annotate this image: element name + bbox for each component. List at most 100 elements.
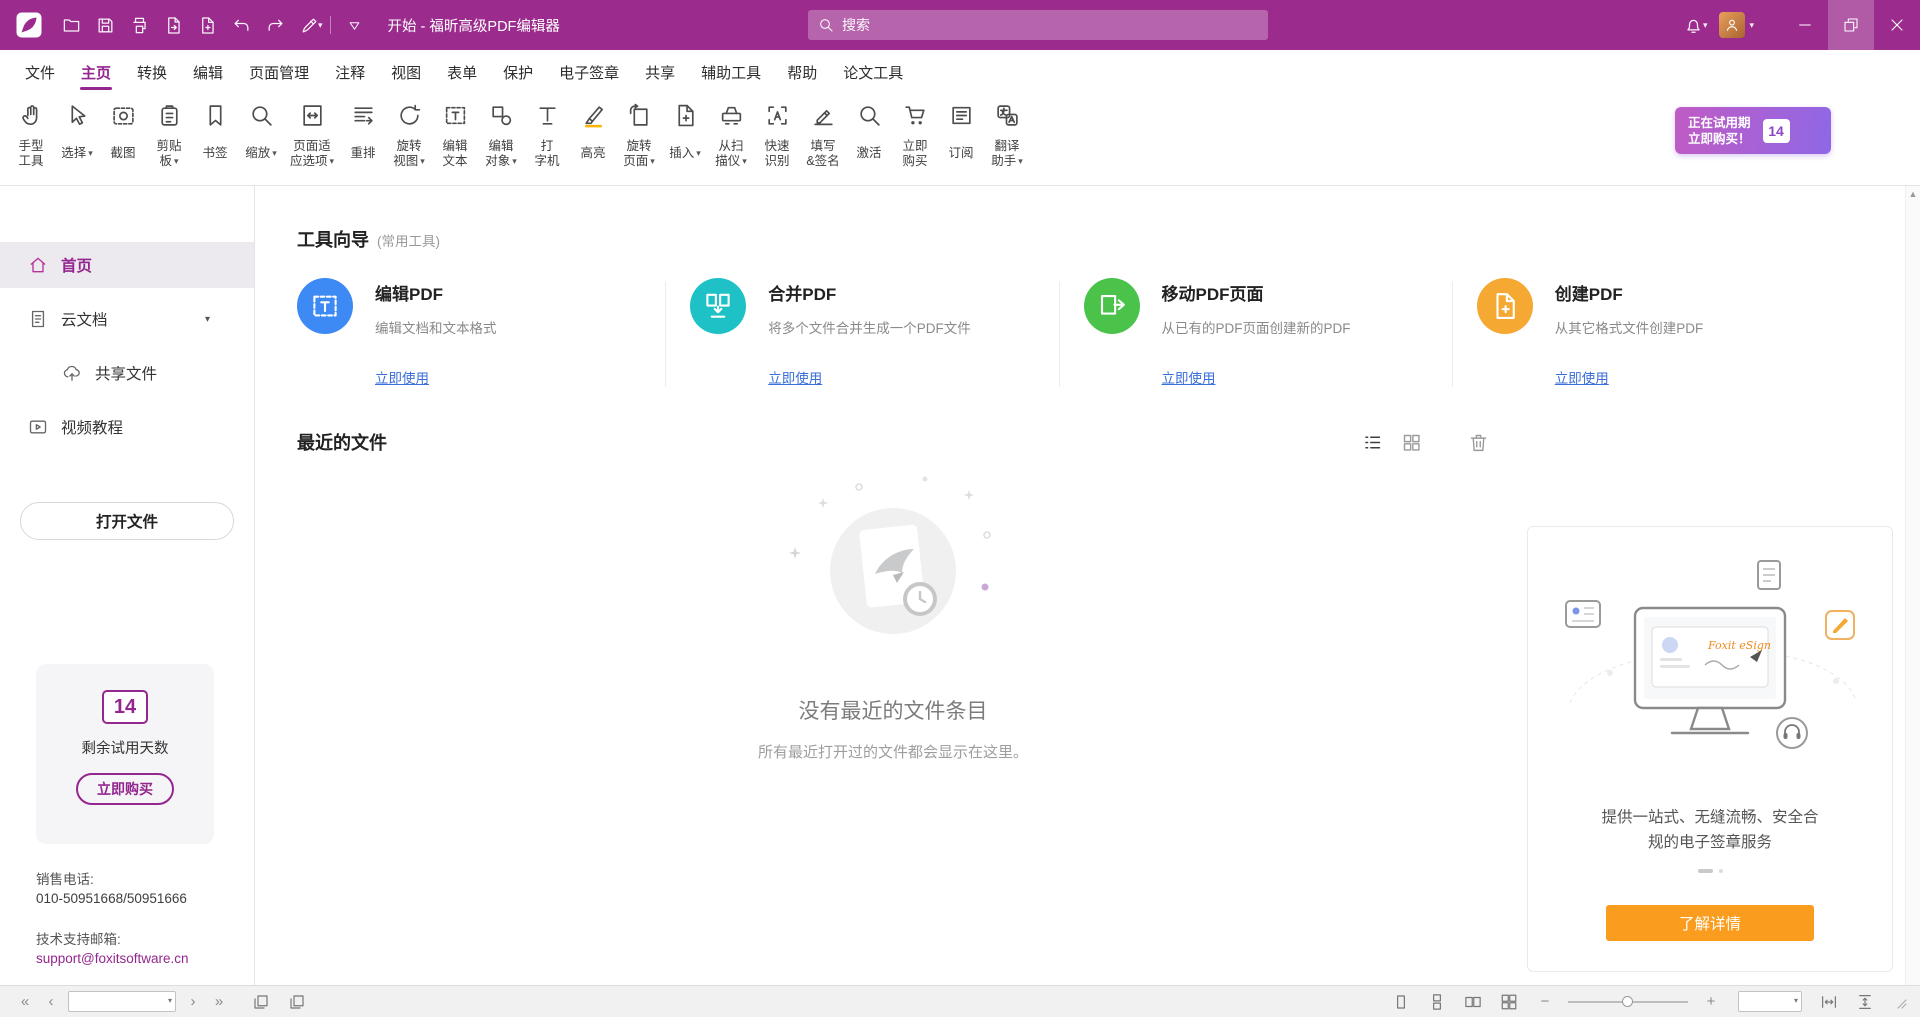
grid-view-button[interactable] (1401, 432, 1422, 453)
restore-button[interactable] (1828, 0, 1874, 50)
facing-view-button[interactable] (1460, 990, 1486, 1014)
zoom-dropdown-caret-icon[interactable]: ▾ (1794, 996, 1798, 1005)
fit-page-button[interactable] (1852, 990, 1878, 1014)
page-number-input[interactable] (68, 991, 176, 1012)
tool-card-move-pdf-pages[interactable]: 移动PDF页面 从已有的PDF页面创建新的PDF 立即使用 (1084, 278, 1444, 387)
scroll-up-arrow-icon[interactable]: ▲ (1909, 189, 1918, 985)
close-button[interactable] (1874, 0, 1920, 50)
carousel-dots[interactable] (1698, 869, 1723, 873)
last-page-button[interactable]: » (206, 990, 232, 1014)
use-now-link[interactable]: 立即使用 (768, 367, 1034, 387)
sidebar-item-video-tutorials[interactable]: 视频教程 (0, 404, 254, 450)
snapshot-page-button[interactable] (248, 990, 274, 1014)
menu-file[interactable]: 文件 (12, 50, 68, 94)
menu-help[interactable]: 帮助 (774, 50, 830, 94)
single-page-view-button[interactable] (1388, 990, 1414, 1014)
create-pdf-button[interactable] (190, 0, 224, 50)
zoom-button[interactable]: 缩放▾ (238, 96, 284, 181)
resize-grip-icon[interactable] (1892, 994, 1908, 1010)
zoom-out-button[interactable]: − (1532, 990, 1558, 1014)
from-scanner-button[interactable]: 从扫描仪▾ (708, 96, 754, 181)
search-input[interactable] (842, 17, 1258, 33)
notifications-caret-icon[interactable]: ▾ (1703, 20, 1708, 31)
menu-accessibility[interactable]: 辅助工具 (688, 50, 774, 94)
menu-paper-tools[interactable]: 论文工具 (830, 50, 916, 94)
carousel-dot-active[interactable] (1698, 869, 1713, 873)
sidebar-item-home[interactable]: 首页 (0, 242, 254, 288)
save-button[interactable] (88, 0, 122, 50)
sidebar-item-shared-files[interactable]: 共享文件 (0, 350, 254, 396)
menu-comment[interactable]: 注释 (322, 50, 378, 94)
tool-card-create-pdf[interactable]: 创建PDF 从其它格式文件创建PDF 立即使用 (1477, 278, 1837, 387)
zoom-slider-thumb[interactable] (1622, 996, 1633, 1007)
menu-share[interactable]: 共享 (632, 50, 688, 94)
menu-protect[interactable]: 保护 (490, 50, 546, 94)
use-now-link[interactable]: 立即使用 (1162, 367, 1428, 387)
continuous-view-button[interactable] (1424, 990, 1450, 1014)
trial-period-badge[interactable]: 正在试用期 立即购买！ 14 (1675, 107, 1831, 154)
zoom-in-button[interactable]: + (1698, 990, 1724, 1014)
fill-sign-button[interactable]: 填写&签名 (800, 96, 846, 181)
page-fit-options-button[interactable]: 页面适应选项▾ (284, 96, 340, 181)
edit-object-button[interactable]: 编辑对象▾ (478, 96, 524, 181)
user-avatar[interactable] (1719, 12, 1745, 38)
rotate-pages-button[interactable]: 旋转页面▾ (616, 96, 662, 181)
buy-now-button[interactable]: 立即购买 (76, 773, 174, 805)
bookmark-button[interactable]: 书签 (192, 96, 238, 181)
buy-now-ribbon-button[interactable]: 立即购买 (892, 96, 938, 181)
fit-width-button[interactable] (1816, 990, 1842, 1014)
open-file-button[interactable]: 打开文件 (20, 502, 234, 540)
open-button[interactable] (54, 0, 88, 50)
typewriter-button[interactable]: 打字机 (524, 96, 570, 181)
reflow-button[interactable]: 重排 (340, 96, 386, 181)
next-page-button[interactable]: › (180, 990, 206, 1014)
previous-page-button[interactable]: ‹ (38, 990, 64, 1014)
menu-page-management[interactable]: 页面管理 (236, 50, 322, 94)
learn-more-button[interactable]: 了解详情 (1606, 905, 1814, 941)
minimize-button[interactable] (1782, 0, 1828, 50)
vertical-scrollbar[interactable]: ▲ (1905, 186, 1920, 985)
snapshot-copy-button[interactable] (284, 990, 310, 1014)
first-page-button[interactable]: « (12, 990, 38, 1014)
quick-sign-caret-icon[interactable]: ▾ (318, 20, 323, 31)
facing-continuous-view-button[interactable] (1496, 990, 1522, 1014)
menu-convert[interactable]: 转换 (124, 50, 180, 94)
tool-card-merge-pdf[interactable]: 合并PDF 将多个文件合并生成一个PDF文件 立即使用 (690, 278, 1050, 387)
undo-button[interactable] (224, 0, 258, 50)
zoom-level-input[interactable] (1738, 991, 1802, 1012)
collapse-toolbar-button[interactable] (338, 0, 372, 50)
export-pdf-button[interactable] (156, 0, 190, 50)
list-view-button[interactable] (1362, 432, 1383, 453)
search-box[interactable] (808, 10, 1268, 40)
expand-caret-icon[interactable]: ▾ (205, 314, 210, 325)
use-now-link[interactable]: 立即使用 (1555, 367, 1821, 387)
menu-edit[interactable]: 编辑 (180, 50, 236, 94)
tool-card-edit-pdf[interactable]: 编辑PDF 编辑文档和文本格式 立即使用 (297, 278, 657, 387)
use-now-link[interactable]: 立即使用 (375, 367, 641, 387)
activate-button[interactable]: 激活 (846, 96, 892, 181)
menu-esign[interactable]: 电子签章 (546, 50, 632, 94)
carousel-dot[interactable] (1719, 869, 1723, 873)
support-email-link[interactable]: support@foxitsoftware.cn (36, 951, 189, 966)
clear-recent-button[interactable] (1468, 432, 1489, 453)
hand-tool-button[interactable]: 手型工具 (8, 96, 54, 181)
menu-form[interactable]: 表单 (434, 50, 490, 94)
insert-pages-button[interactable]: 插入▾ (662, 96, 708, 181)
translate-assistant-button[interactable]: 翻译助手▾ (984, 96, 1030, 181)
snapshot-button[interactable]: 截图 (100, 96, 146, 181)
page-dropdown-caret-icon[interactable]: ▾ (168, 996, 172, 1005)
rotate-view-button[interactable]: 旋转视图▾ (386, 96, 432, 181)
menu-view[interactable]: 视图 (378, 50, 434, 94)
highlight-button[interactable]: 高亮 (570, 96, 616, 181)
account-caret-icon[interactable]: ▾ (1749, 20, 1754, 31)
select-tool-button[interactable]: 选择▾ (54, 96, 100, 181)
menu-home[interactable]: 主页 (68, 50, 124, 94)
clipboard-button[interactable]: 剪贴板▾ (146, 96, 192, 181)
subscribe-button[interactable]: 订阅 (938, 96, 984, 181)
quick-ocr-button[interactable]: 快速识别 (754, 96, 800, 181)
print-button[interactable] (122, 0, 156, 50)
edit-text-button[interactable]: 编辑文本 (432, 96, 478, 181)
sidebar-item-cloud-docs[interactable]: 云文档 ▾ (0, 296, 254, 342)
zoom-slider[interactable] (1568, 991, 1688, 1013)
redo-button[interactable] (258, 0, 292, 50)
